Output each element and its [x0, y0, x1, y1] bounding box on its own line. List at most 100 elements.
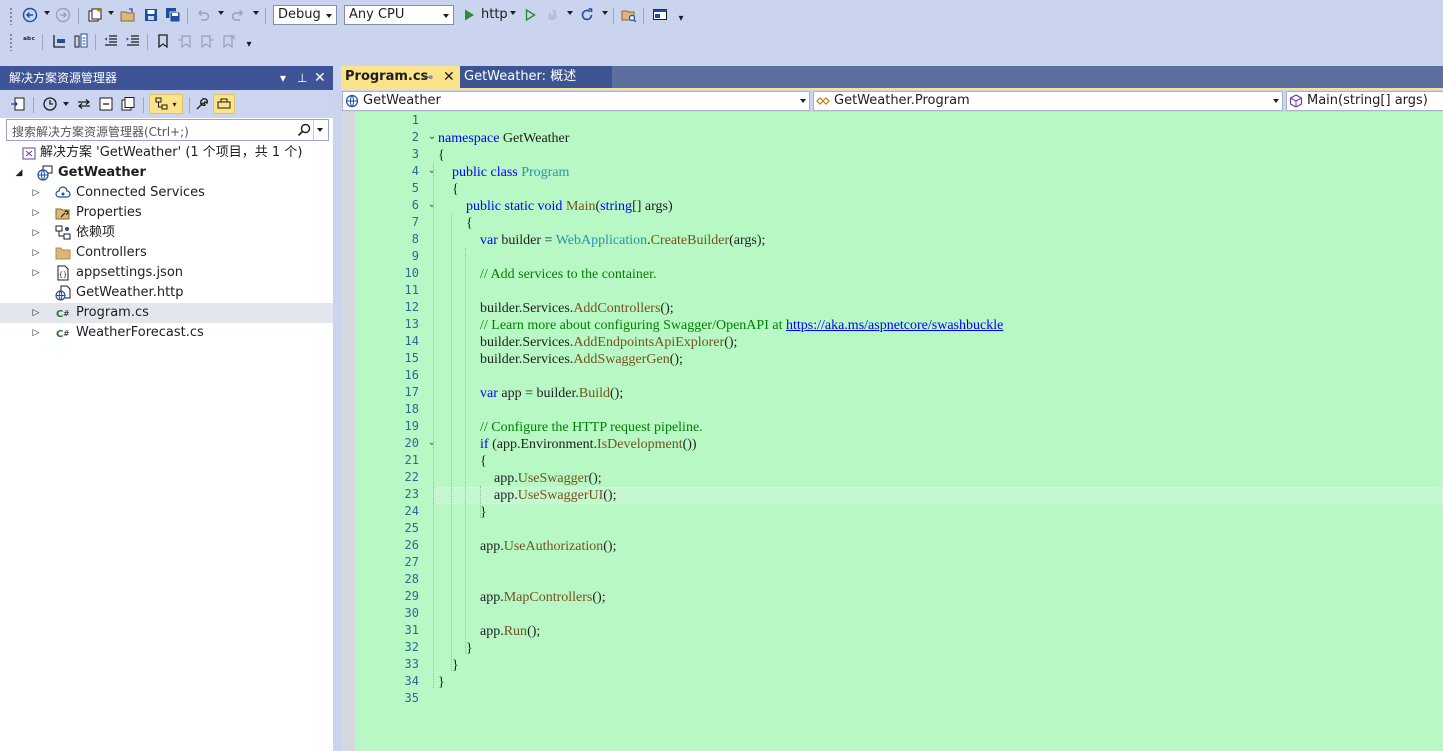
hot-reload-icon[interactable] [544, 6, 562, 24]
collapsed-chevron-icon[interactable]: ▷ [30, 323, 42, 343]
close-icon[interactable]: ✕ [443, 66, 455, 88]
save-icon[interactable] [142, 6, 160, 24]
outdent-icon[interactable] [102, 32, 120, 50]
expanded-chevron-icon[interactable]: ◢ [13, 163, 25, 183]
close-icon[interactable]: ✕ [314, 66, 326, 90]
properties-wrench-icon[interactable] [193, 95, 211, 113]
collapsed-chevron-icon[interactable]: ▷ [30, 263, 42, 283]
code-line[interactable]: app.Run(); [438, 624, 540, 640]
code-line[interactable]: if (app.Environment.IsDevelopment()) [438, 437, 697, 453]
search-icon[interactable] [296, 122, 312, 138]
sync-with-active-document-icon[interactable] [75, 95, 93, 113]
start-debugging-icon[interactable] [460, 6, 478, 24]
quick-info-icon[interactable] [50, 32, 68, 50]
navigate-back-icon[interactable] [21, 6, 39, 24]
code-line[interactable]: } [438, 675, 445, 691]
code-line[interactable]: { [438, 454, 487, 470]
hyperlink[interactable]: https://aka.ms/aspnetcore/swashbuckle [786, 318, 1003, 333]
chevron-down-icon[interactable] [44, 11, 50, 15]
collapse-region-icon[interactable]: ⌄ [427, 131, 437, 142]
bookmark-icon[interactable] [154, 32, 172, 50]
code-line[interactable]: builder.Services.AddEndpointsApiExplorer… [438, 335, 737, 351]
collapsed-chevron-icon[interactable]: ▷ [30, 243, 42, 263]
code-line[interactable]: { [438, 148, 445, 164]
project-dropdown[interactable]: GetWeather [342, 91, 810, 111]
code-line[interactable]: app.UseSwagger(); [438, 471, 602, 487]
tree-item[interactable]: ▷ 依赖项 [0, 223, 333, 243]
chevron-down-icon[interactable] [108, 11, 114, 15]
window-position-icon[interactable]: ▾ [280, 66, 286, 90]
save-all-icon[interactable] [164, 6, 182, 24]
code-line[interactable]: { [438, 216, 473, 232]
selection-margin[interactable] [341, 112, 355, 751]
solution-search-box[interactable]: 搜索解决方案资源管理器(Ctrl+;) [6, 119, 329, 141]
code-line[interactable]: app.MapControllers(); [438, 590, 606, 606]
toolbar-grip[interactable] [9, 33, 13, 51]
collapsed-chevron-icon[interactable]: ▷ [30, 183, 42, 203]
spell-check-icon[interactable]: ᵃᵇᶜ [20, 32, 38, 50]
pending-changes-filter-icon[interactable] [41, 95, 59, 113]
chevron-down-icon[interactable] [218, 11, 224, 15]
preview-selected-items-icon[interactable] [213, 94, 235, 114]
tree-item[interactable]: ▷ Properties [0, 203, 333, 223]
tree-item[interactable]: ▷ Connected Services [0, 183, 333, 203]
run-target-label[interactable]: http [481, 7, 508, 22]
next-bookmark-icon[interactable] [198, 32, 216, 50]
code-line[interactable]: public class Program [438, 165, 569, 181]
restart-icon[interactable] [578, 6, 596, 24]
pin-icon[interactable]: ⊥ [297, 66, 307, 90]
tree-item[interactable]: ▷ {} appsettings.json [0, 263, 333, 283]
solution-configuration-select[interactable]: Debug [273, 5, 337, 25]
parameter-info-icon[interactable] [72, 32, 90, 50]
code-line[interactable]: // Add services to the container. [438, 267, 657, 283]
collapse-all-icon[interactable] [97, 95, 115, 113]
tab-program-cs[interactable]: Program.cs ⊸ ✕ [341, 66, 460, 88]
pin-icon[interactable]: ⊸ [423, 66, 433, 88]
code-line[interactable]: var builder = WebApplication.CreateBuild… [438, 233, 765, 249]
toolbar-overflow-icon[interactable]: ▾ [672, 9, 690, 27]
solution-platform-select[interactable]: Any CPU [344, 5, 454, 25]
switch-views-icon[interactable] [9, 95, 27, 113]
collapsed-chevron-icon[interactable]: ▷ [30, 203, 42, 223]
collapse-region-icon[interactable]: ⌄ [427, 199, 437, 210]
tree-item[interactable]: ▷ C # WeatherForecast.cs [0, 323, 333, 343]
code-line[interactable]: { [438, 182, 459, 198]
redo-icon[interactable] [229, 6, 247, 24]
type-dropdown[interactable]: GetWeather.Program [813, 91, 1283, 111]
chevron-down-icon[interactable] [63, 102, 69, 106]
code-line[interactable]: builder.Services.AddSwaggerGen(); [438, 352, 683, 368]
code-line[interactable]: // Learn more about configuring Swagger/… [438, 318, 1003, 334]
chevron-down-icon[interactable] [253, 11, 259, 15]
start-without-debugging-icon[interactable] [521, 6, 539, 24]
collapsed-chevron-icon[interactable]: ▷ [30, 223, 42, 243]
tab-getweather-overview[interactable]: GetWeather: 概述 [460, 66, 612, 88]
code-line[interactable]: builder.Services.AddControllers(); [438, 301, 674, 317]
collapse-region-icon[interactable]: ⌄ [427, 437, 437, 448]
browse-folder-icon[interactable] [620, 6, 638, 24]
undo-icon[interactable] [194, 6, 212, 24]
new-project-icon[interactable] [86, 6, 104, 24]
collapse-region-icon[interactable]: ⌄ [427, 165, 437, 176]
chevron-down-icon[interactable] [567, 11, 573, 15]
code-line[interactable]: } [438, 641, 473, 657]
filter-toggle-button[interactable]: ▾ [149, 94, 183, 114]
window-layout-icon[interactable] [651, 6, 669, 24]
code-editor[interactable]: 1 2 3 4 5 6 7 8 9 10 11 12 13 14 15 16 17 18 19 20 21 22 23 24 2… [341, 112, 1443, 751]
code-line[interactable]: // Configure the HTTP request pipeline. [438, 420, 703, 436]
tree-item[interactable]: ◢ GetWeather [0, 163, 333, 183]
chevron-down-icon[interactable] [602, 11, 608, 15]
toolbar-overflow-icon[interactable]: ▾ [240, 35, 258, 53]
code-line[interactable]: public static void Main(string[] args) [438, 199, 673, 215]
navigate-forward-icon[interactable] [54, 6, 72, 24]
code-line[interactable]: namespace GetWeather [438, 131, 569, 147]
previous-bookmark-icon[interactable] [176, 32, 194, 50]
panel-splitter[interactable] [333, 66, 341, 751]
code-line[interactable]: } [438, 658, 459, 674]
open-file-icon[interactable] [119, 6, 137, 24]
tree-item[interactable]: ▷ Controllers [0, 243, 333, 263]
toolbar-grip[interactable] [9, 7, 13, 25]
member-dropdown[interactable]: Main(string[] args) [1286, 91, 1443, 111]
chevron-down-icon[interactable] [510, 11, 516, 15]
tree-item[interactable]: GetWeather.http [0, 283, 333, 303]
clear-bookmarks-icon[interactable] [220, 32, 238, 50]
